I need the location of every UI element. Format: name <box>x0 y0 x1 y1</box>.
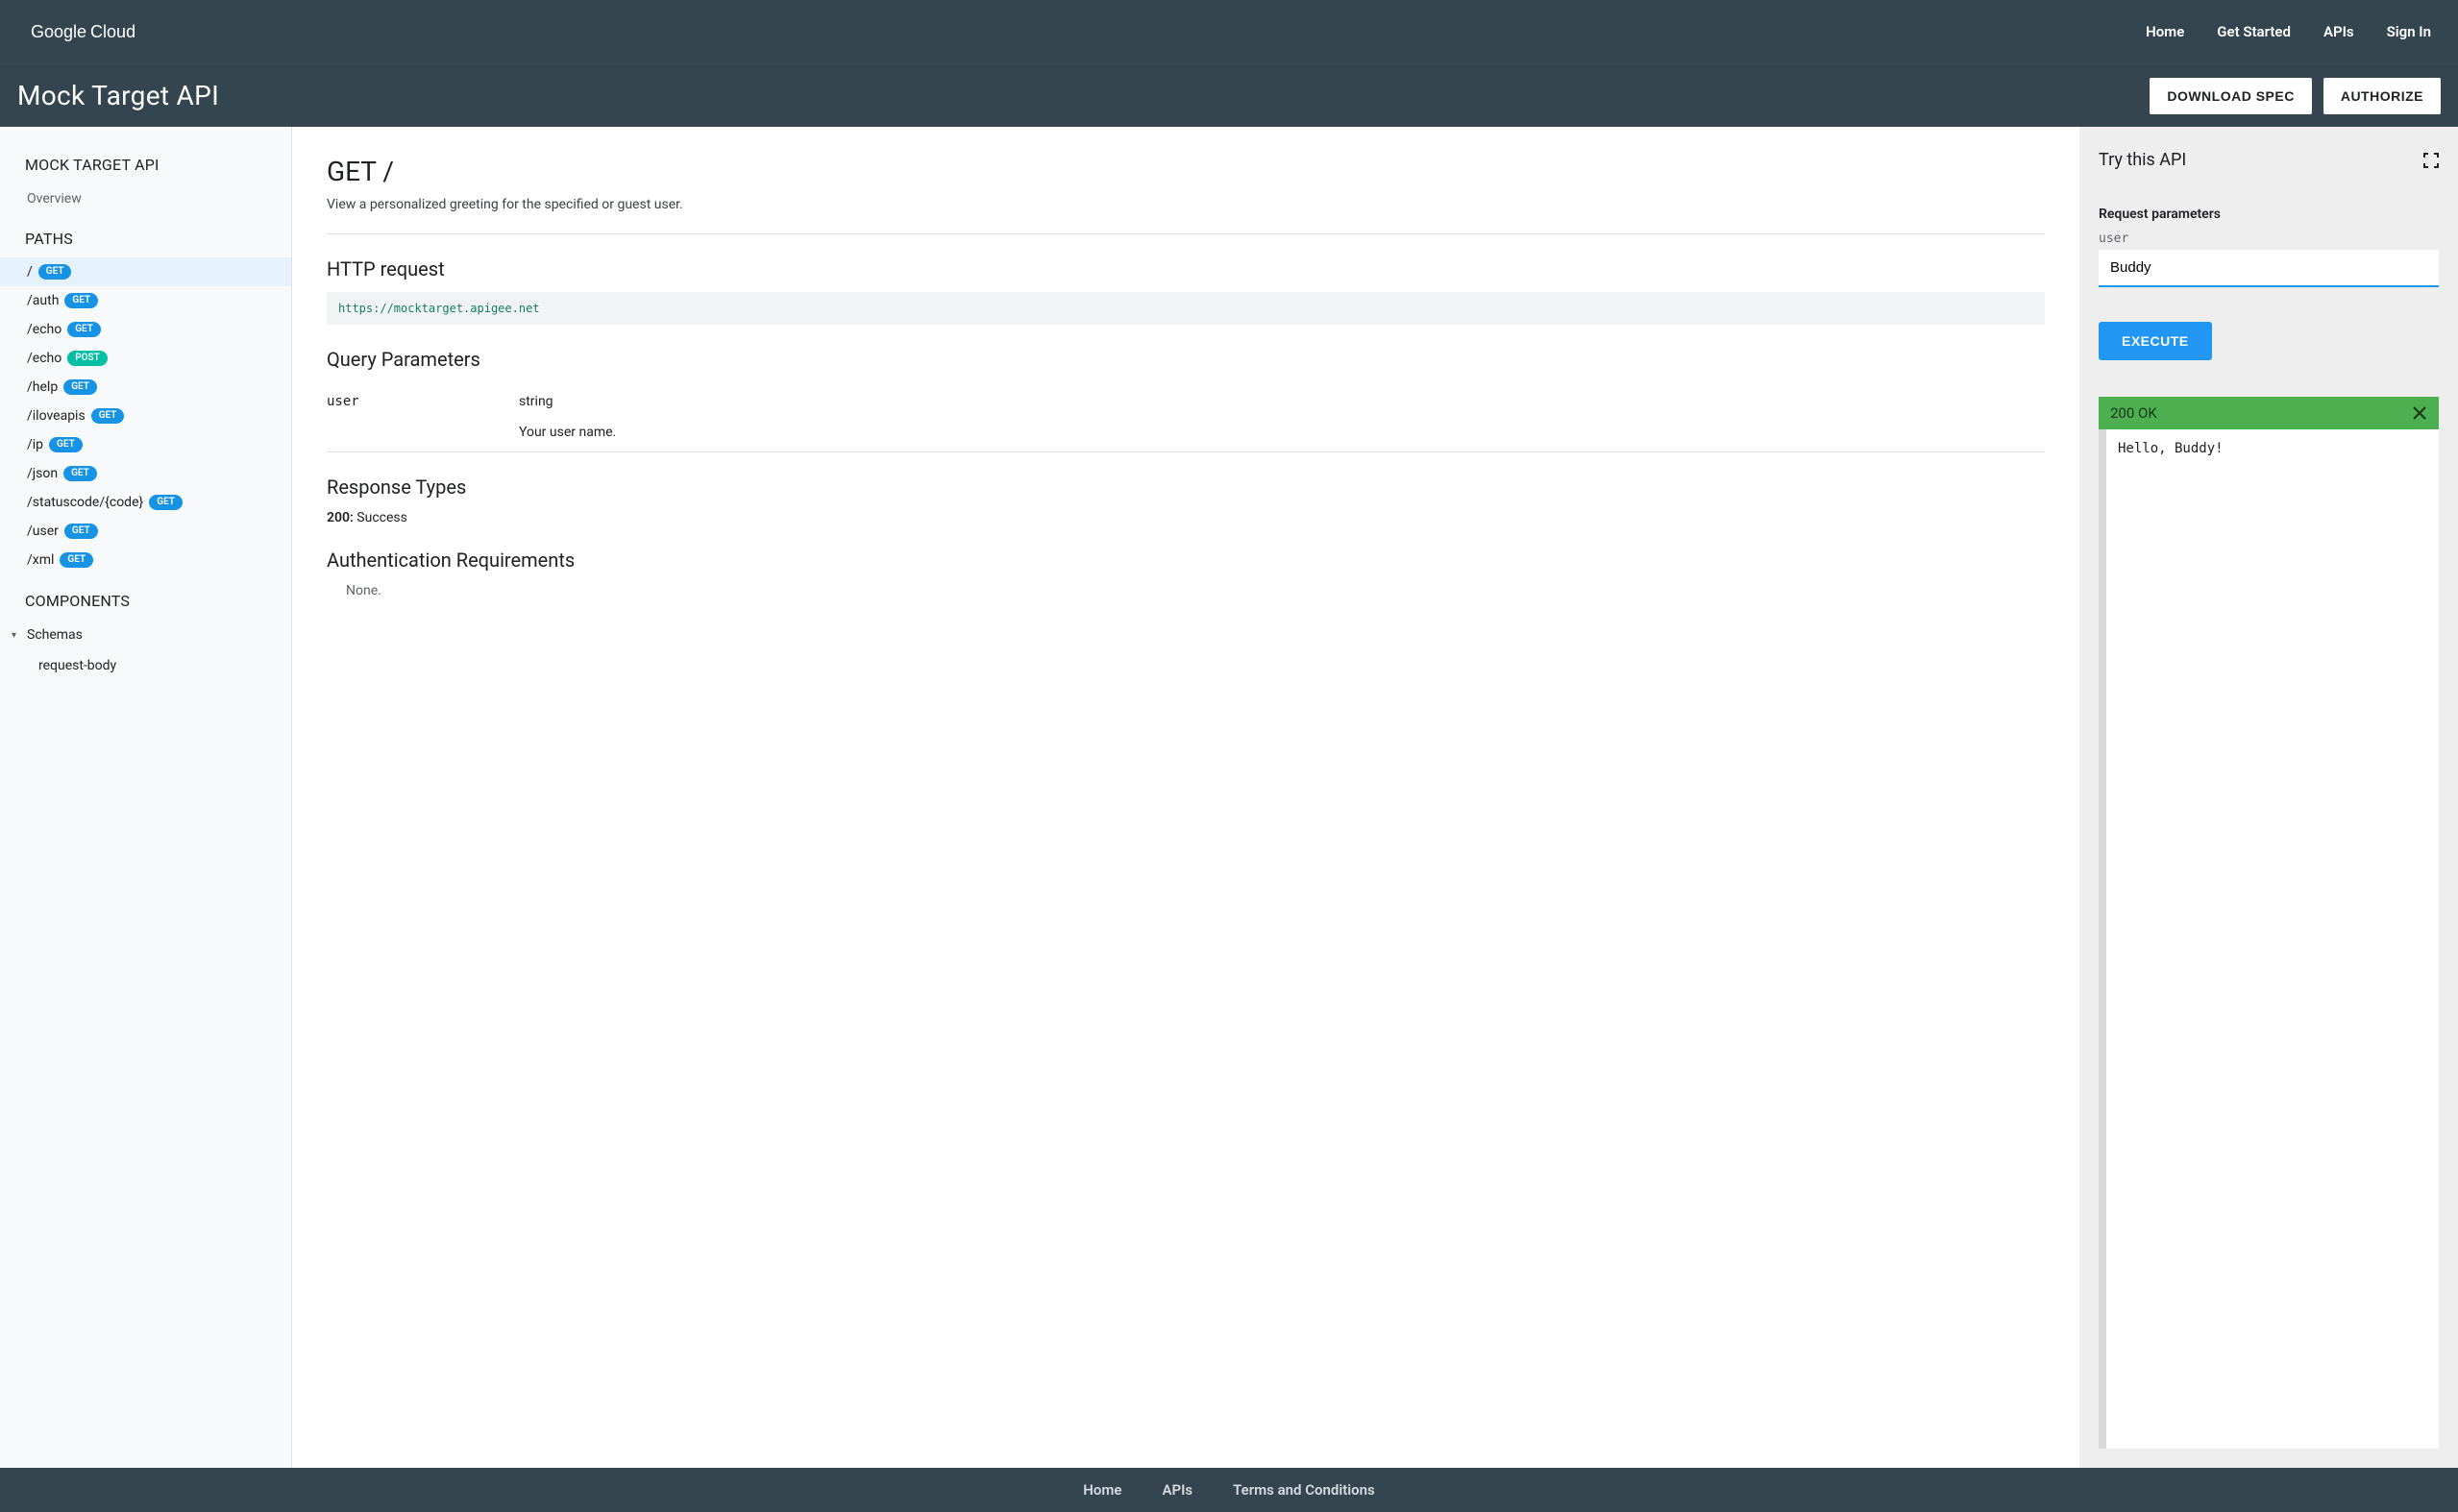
query-param-row: userstring Your user name. <box>327 382 2045 451</box>
sidebar-path-item[interactable]: / GET <box>0 257 291 286</box>
google-cloud-logo[interactable]: Google Cloud <box>31 22 135 42</box>
path-label: /echo <box>27 351 61 366</box>
divider <box>327 451 2045 452</box>
http-method-badge: GET <box>91 408 125 424</box>
param-user-label: user <box>2099 232 2439 246</box>
http-request-heading: HTTP request <box>327 257 2045 280</box>
path-label: /echo <box>27 322 61 337</box>
footer: Home APIs Terms and Conditions <box>0 1468 2458 1512</box>
footer-apis[interactable]: APIs <box>1162 1481 1192 1499</box>
path-label: /iloveapis <box>27 408 86 424</box>
query-param-name: user <box>327 394 519 440</box>
query-parameters-block: userstring Your user name. <box>327 382 2045 451</box>
nav-get-started[interactable]: Get Started <box>2217 23 2291 40</box>
query-param-type: string <box>519 394 2045 409</box>
query-parameters-heading: Query Parameters <box>327 348 2045 371</box>
query-param-details: string Your user name. <box>519 394 2045 440</box>
sidebar-path-item[interactable]: /ip GET <box>0 430 291 459</box>
operation-description: View a personalized greeting for the spe… <box>327 197 2045 212</box>
path-label: /user <box>27 524 59 539</box>
subheader: Mock Target API DOWNLOAD SPEC AUTHORIZE <box>0 63 2458 127</box>
footer-home[interactable]: Home <box>1083 1481 1121 1499</box>
http-method-badge: GET <box>64 524 98 539</box>
sidebar-section-components: COMPONENTS <box>0 574 291 620</box>
auth-requirements-heading: Authentication Requirements <box>327 549 2045 572</box>
sidebar-path-item[interactable]: /echo GET <box>0 315 291 344</box>
authorize-button[interactable]: AUTHORIZE <box>2323 78 2441 114</box>
sidebar-overview[interactable]: Overview <box>0 183 291 214</box>
path-label: / <box>27 264 33 280</box>
logo-suffix-text: Cloud <box>90 22 135 42</box>
sidebar-schema-request-body[interactable]: request-body <box>0 650 291 681</box>
response-status-text: 200 OK <box>2110 404 2157 422</box>
request-parameters-heading: Request parameters <box>2099 207 2439 222</box>
path-label: /statuscode/{code} <box>27 495 143 510</box>
fullscreen-icon[interactable] <box>2423 153 2439 168</box>
page-title: Mock Target API <box>17 80 219 111</box>
topnav: Google Cloud Home Get Started APIs Sign … <box>0 0 2458 63</box>
path-label: /xml <box>27 552 54 568</box>
response-body: Hello, Buddy! <box>2099 429 2439 1449</box>
sidebar-paths-list: /GET/authGET/echoGET/echoPOST/helpGET/il… <box>0 257 291 574</box>
response-types-heading: Response Types <box>327 476 2045 499</box>
http-method-badge: GET <box>38 264 72 280</box>
main-content: GET / View a personalized greeting for t… <box>292 127 2079 1468</box>
sidebar-path-item[interactable]: /echo POST <box>0 344 291 373</box>
sidebar-path-item[interactable]: /iloveapis GET <box>0 402 291 430</box>
sidebar-path-item[interactable]: /xml GET <box>0 546 291 574</box>
http-method-badge: GET <box>60 552 93 568</box>
sidebar: MOCK TARGET API Overview PATHS / GET/auth… <box>0 127 292 1468</box>
http-method-badge: GET <box>49 437 83 452</box>
operation-title: GET / <box>327 156 2045 187</box>
path-label: /json <box>27 466 58 481</box>
try-title: Try this API <box>2099 150 2186 170</box>
response-type-row: 200: Success <box>327 510 2045 525</box>
http-method-badge: GET <box>63 466 97 481</box>
param-user-input[interactable] <box>2099 250 2439 287</box>
execute-button[interactable]: EXECUTE <box>2099 322 2212 360</box>
path-label: /help <box>27 379 58 395</box>
nav-sign-in[interactable]: Sign In <box>2387 23 2431 40</box>
close-icon[interactable] <box>2412 405 2427 421</box>
response-code: 200: <box>327 510 356 525</box>
download-spec-button[interactable]: DOWNLOAD SPEC <box>2150 78 2312 114</box>
nav-apis[interactable]: APIs <box>2323 23 2354 40</box>
subheader-actions: DOWNLOAD SPEC AUTHORIZE <box>2150 78 2441 114</box>
sidebar-path-item[interactable]: /statuscode/{code} GET <box>0 488 291 517</box>
query-param-desc: Your user name. <box>519 425 2045 440</box>
sidebar-section-paths: PATHS <box>0 214 291 257</box>
sidebar-schemas-label: Schemas <box>27 627 83 643</box>
response-desc: Success <box>356 510 407 525</box>
topnav-links: Home Get Started APIs Sign In <box>2146 23 2431 40</box>
auth-requirements-value: None. <box>327 583 2045 598</box>
try-this-api-panel: Try this API Request parameters user EXE… <box>2079 127 2458 1468</box>
response-types-block: 200: Success <box>327 510 2045 525</box>
response-status-bar: 200 OK <box>2099 397 2439 429</box>
http-method-badge: GET <box>64 293 98 308</box>
sidebar-section-api: MOCK TARGET API <box>0 138 291 183</box>
layout: MOCK TARGET API Overview PATHS / GET/auth… <box>0 127 2458 1468</box>
try-header: Try this API <box>2099 150 2439 170</box>
divider <box>327 233 2045 234</box>
sidebar-path-item[interactable]: /help GET <box>0 373 291 402</box>
sidebar-schemas-toggle[interactable]: ▾ Schemas <box>0 620 291 650</box>
chevron-down-icon: ▾ <box>12 630 23 641</box>
path-label: /ip <box>27 437 43 452</box>
http-method-badge: GET <box>67 322 101 337</box>
http-method-badge: GET <box>149 495 183 510</box>
sidebar-path-item[interactable]: /json GET <box>0 459 291 488</box>
http-method-badge: GET <box>63 379 97 395</box>
sidebar-path-item[interactable]: /auth GET <box>0 286 291 315</box>
footer-terms[interactable]: Terms and Conditions <box>1233 1481 1375 1499</box>
logo-product-text: Google <box>31 22 86 42</box>
nav-home[interactable]: Home <box>2146 23 2184 40</box>
http-method-badge: POST <box>67 351 108 366</box>
sidebar-path-item[interactable]: /user GET <box>0 517 291 546</box>
path-label: /auth <box>27 293 59 308</box>
http-request-url: https://mocktarget.apigee.net <box>327 292 2045 325</box>
